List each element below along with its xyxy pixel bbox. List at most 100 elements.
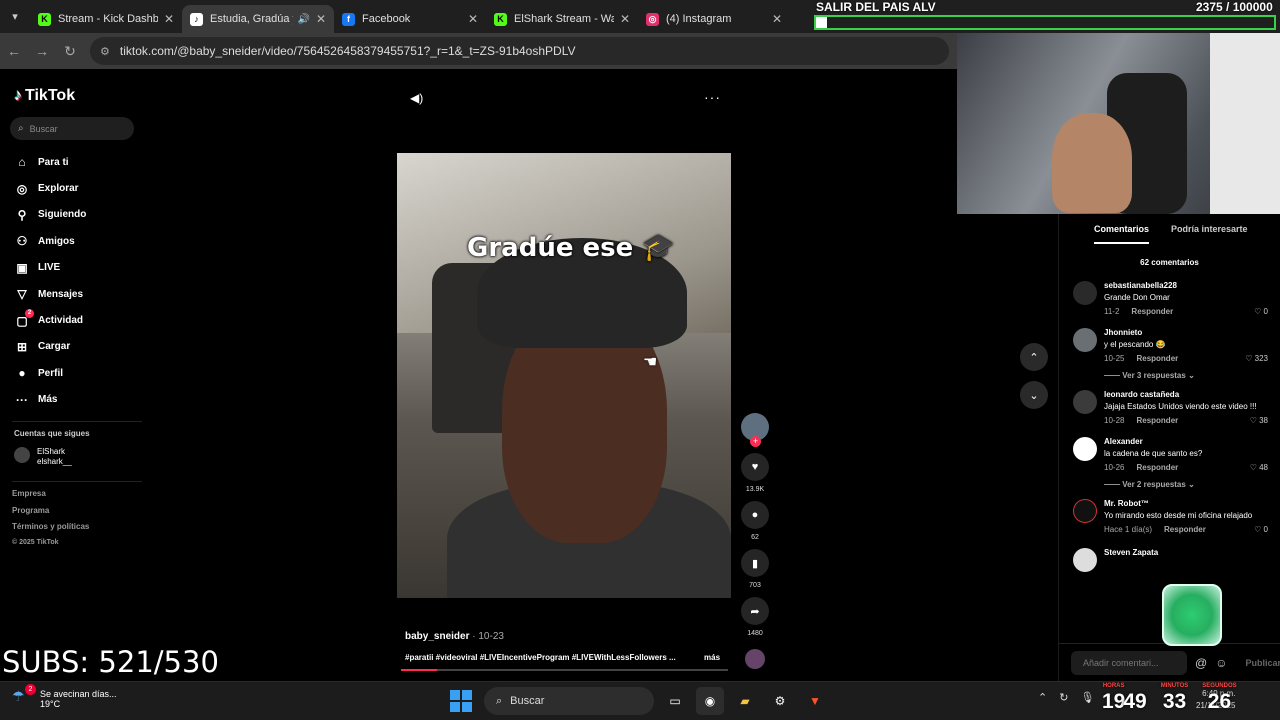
timer-seconds-label: SEGUNDOS [1202, 683, 1237, 689]
comment-user[interactable]: sebastianabella228 [1104, 281, 1280, 290]
comment-user[interactable]: Alexander [1104, 437, 1280, 446]
sidebar-item-perfil[interactable]: ● Perfil [14, 360, 86, 386]
comment-like[interactable]: ♡ 323 [1245, 354, 1268, 363]
chevron-down-icon: ⌄ [1188, 371, 1195, 380]
reload-icon[interactable]: ↻ [56, 43, 84, 60]
sidebar-item-explorar[interactable]: ◎ Explorar [14, 175, 86, 201]
comment-like-count: 0 [1263, 525, 1268, 534]
reply-button[interactable]: Responder [1136, 416, 1178, 425]
sync-icon[interactable]: ↻ [1059, 691, 1068, 704]
task-view-icon[interactable]: ▭ [661, 687, 689, 715]
follow-plus-icon[interactable]: + [750, 436, 761, 447]
chevron-down-icon[interactable]: ⌄ [1020, 381, 1048, 409]
close-icon[interactable]: ✕ [468, 12, 478, 26]
chevron-up-icon[interactable]: ⌃ [1038, 691, 1047, 704]
sidebar-item-actividad[interactable]: ▢ 2 Actividad [14, 307, 86, 333]
comment-user[interactable]: Mr. Robot™ [1104, 499, 1280, 508]
video-progress-bar[interactable] [401, 669, 728, 671]
video-player[interactable]: Gradúe ese 🎓 [397, 153, 731, 598]
footer-link-terminos[interactable]: Términos y políticas [12, 522, 89, 539]
author-name[interactable]: baby_sneider [405, 631, 469, 642]
tab-podria-interesarte[interactable]: Podría interesarte [1171, 214, 1248, 244]
sidebar-item-live[interactable]: ▣ LIVE [14, 255, 86, 281]
reply-button[interactable]: Responder [1136, 354, 1178, 363]
avatar[interactable] [1073, 499, 1097, 523]
url-field[interactable]: ⚙ tiktok.com/@baby_sneider/video/7564526… [90, 37, 949, 65]
close-icon[interactable]: ✕ [316, 12, 326, 26]
comment-like[interactable]: ♡ 38 [1250, 416, 1268, 425]
forward-icon[interactable]: → [28, 43, 56, 59]
weather-widget[interactable]: ☂ 2 Se avecinan días... 19°C [12, 684, 117, 710]
app-icon[interactable]: ⚙ [766, 687, 794, 715]
tab-comentarios[interactable]: Comentarios [1094, 214, 1150, 244]
windows-start-icon[interactable] [450, 690, 472, 712]
taskbar-search[interactable]: ⌕ Buscar [484, 687, 654, 715]
avatar[interactable] [1073, 437, 1097, 461]
close-icon[interactable]: ✕ [164, 12, 174, 26]
creator-avatar[interactable]: + [741, 413, 769, 447]
sidebar-item-siguiendo[interactable]: ⚲ Siguiendo [14, 202, 87, 228]
reply-button[interactable]: Responder [1164, 525, 1206, 534]
avatar[interactable] [1073, 328, 1097, 352]
footer-link-empresa[interactable]: Empresa [12, 489, 89, 506]
sidebar-item-cargar[interactable]: ⊞ Cargar [14, 334, 86, 360]
close-icon[interactable]: ✕ [772, 12, 782, 26]
sidebar-item-para-ti[interactable]: ⌂ Para ti [14, 149, 86, 175]
chrome-icon[interactable]: ◉ [696, 687, 724, 715]
tab-label: ElShark Stream - Watch [514, 13, 614, 25]
emoji-icon[interactable]: ☺ [1215, 656, 1227, 670]
comment-item: Mr. Robot™ Yo mirando esto desde mi ofic… [1059, 499, 1280, 534]
comment-user[interactable]: leonardo castañeda [1104, 390, 1280, 399]
comment-text: Grande Don Omar [1104, 293, 1170, 302]
site-info-icon[interactable]: ⚙ [100, 45, 110, 58]
brave-icon[interactable]: ▼ [801, 687, 829, 715]
tab-3[interactable]: K ElShark Stream - Watch ✕ [486, 5, 638, 33]
folder-icon[interactable]: ▰ [731, 687, 759, 715]
search-input[interactable]: ⌕ Buscar [10, 117, 134, 140]
sidebar-item-mensajes[interactable]: ▽ Mensajes [14, 281, 86, 307]
tab-search-icon[interactable]: ▾ [0, 0, 30, 33]
more-link[interactable]: más [704, 653, 720, 662]
avatar[interactable] [1073, 390, 1097, 414]
tab-2[interactable]: f Facebook ✕ [334, 5, 486, 33]
tab-4[interactable]: ◎ (4) Instagram ✕ [638, 5, 790, 33]
share-icon[interactable]: ➦ [741, 597, 769, 625]
comment-user[interactable]: Jhonnieto [1104, 328, 1280, 337]
microphone-icon[interactable]: 🎙 [1080, 691, 1094, 704]
heart-icon[interactable]: ♥ [741, 453, 769, 481]
comment-like[interactable]: ♡ 0 [1254, 525, 1268, 534]
back-icon[interactable]: ← [0, 43, 28, 59]
comment-like[interactable]: ♡ 48 [1250, 463, 1268, 472]
view-replies-button[interactable]: —— Ver 3 respuestas ⌄ [1059, 371, 1280, 380]
following-user[interactable]: ElShark elshark__ [14, 447, 72, 467]
video-author[interactable]: baby_sneider · 10-23 [405, 631, 504, 642]
sidebar-item-amigos[interactable]: ⚇ Amigos [14, 228, 86, 254]
avatar[interactable] [1073, 548, 1097, 572]
bookmark-icon[interactable]: ▮ [741, 549, 769, 577]
tab-0[interactable]: K Stream - Kick Dashboard ✕ [30, 5, 182, 33]
messages-icon: ▽ [17, 287, 27, 302]
tab-1[interactable]: ♪ Estudia, Gradúa y Trabaja 🔊 ✕ [182, 5, 334, 33]
publish-button[interactable]: Publicar [1245, 658, 1280, 668]
reply-button[interactable]: Responder [1136, 463, 1178, 472]
sidebar-item-mas[interactable]: ··· Más [14, 387, 86, 413]
footer-link-programa[interactable]: Programa [12, 506, 89, 523]
following-title: Cuentas que sigues [14, 429, 90, 438]
comment-input[interactable]: Añadir comentari... [1071, 650, 1188, 675]
avatar[interactable] [1073, 281, 1097, 305]
chevron-up-icon[interactable]: ⌃ [1020, 343, 1048, 371]
comment-like[interactable]: ♡ 0 [1254, 307, 1268, 316]
comment-user[interactable]: Steven Zapata [1104, 548, 1280, 557]
comment-icon[interactable]: ● [741, 501, 769, 529]
close-icon[interactable]: ✕ [620, 12, 630, 26]
copyright: © 2025 TikTok [12, 538, 59, 546]
video-hashtags[interactable]: #paratii #videoviral #LIVEIncentiveProgr… [405, 653, 705, 662]
mention-icon[interactable]: @ [1195, 656, 1207, 670]
music-disc-icon[interactable] [745, 649, 765, 669]
tiktok-logo[interactable]: ♪ TikTok [14, 87, 75, 105]
volume-icon[interactable]: ◀) [410, 91, 423, 105]
more-options-icon[interactable]: ··· [704, 89, 721, 105]
speaker-icon[interactable]: 🔊 [297, 14, 309, 25]
reply-button[interactable]: Responder [1131, 307, 1173, 316]
view-replies-button[interactable]: —— Ver 2 respuestas ⌄ [1059, 480, 1280, 489]
